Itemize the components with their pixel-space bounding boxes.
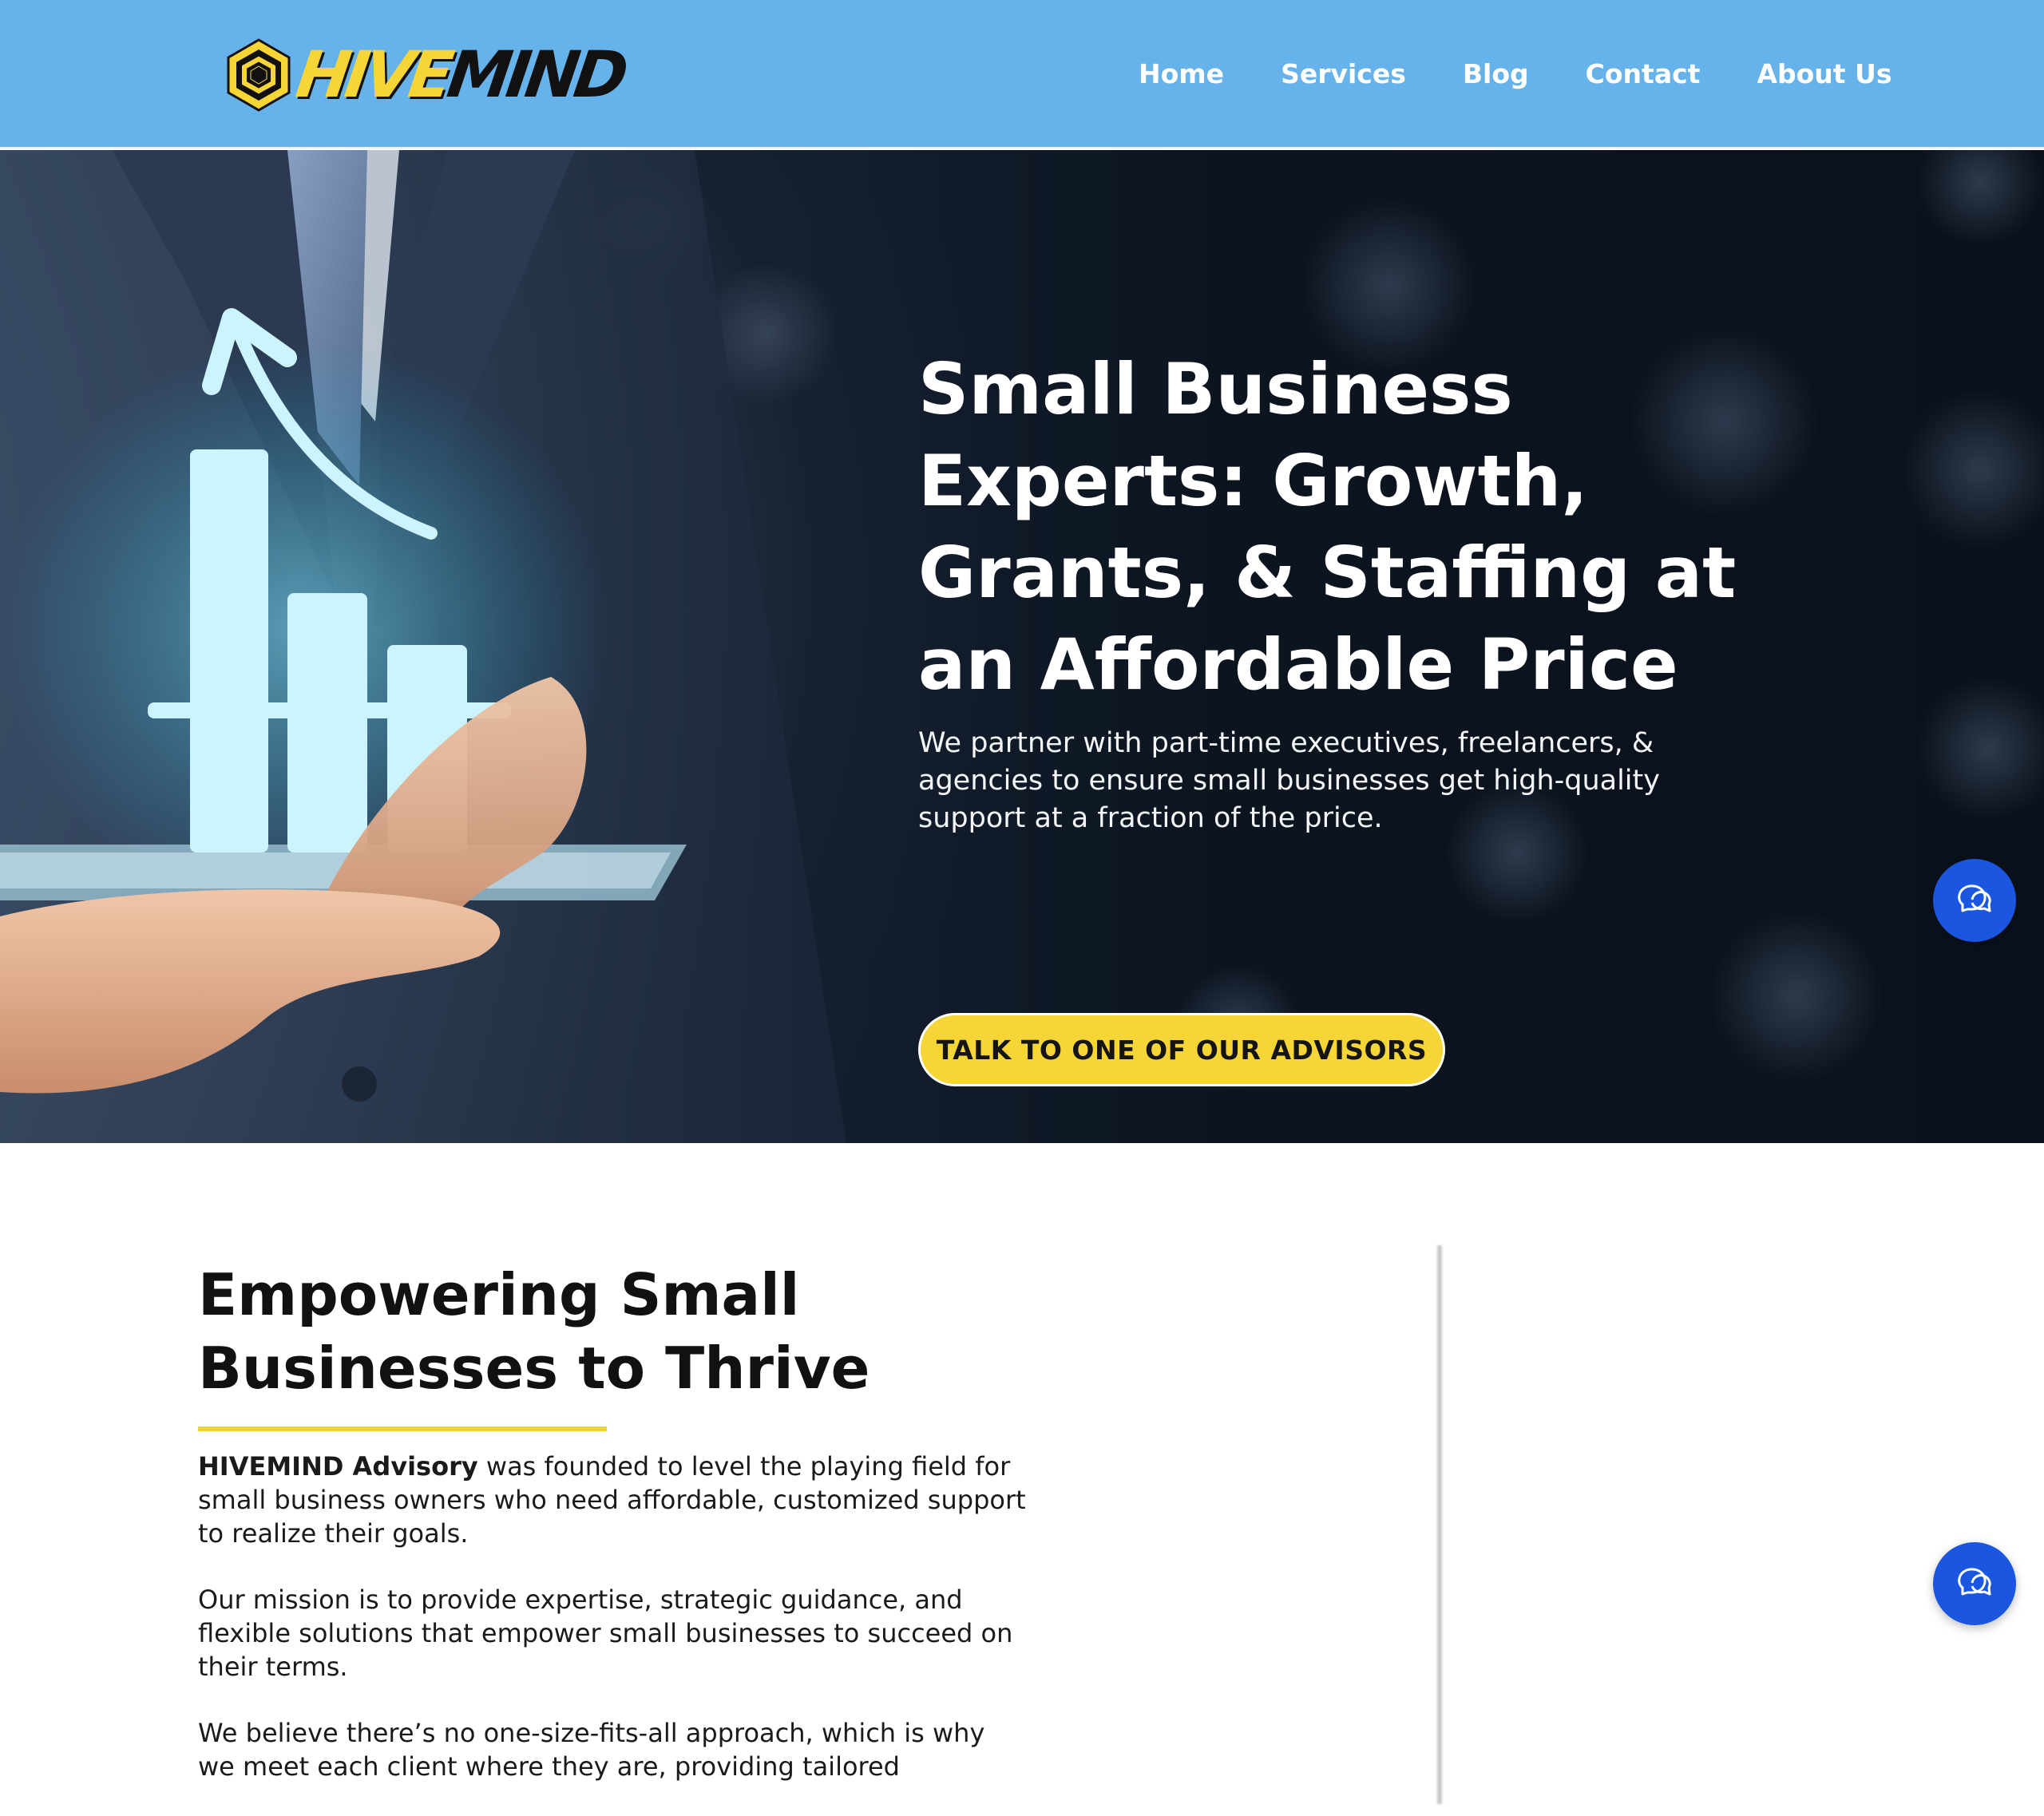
vertical-divider xyxy=(1436,1245,1444,1804)
site-header: HIVEMIND Home Services Blog Contact Abou… xyxy=(0,0,2044,148)
hero-headline: Small Business Experts: Growth, Grants, … xyxy=(918,348,1737,706)
nav-blog[interactable]: Blog xyxy=(1463,49,1529,99)
about-paragraph-1: HIVEMIND Advisory was founded to level t… xyxy=(198,1450,1028,1550)
chat-widget-button[interactable] xyxy=(1933,859,2016,942)
hero-subheadline: We partner with part-time executives, fr… xyxy=(918,727,1660,834)
nav-services[interactable]: Services xyxy=(1281,49,1406,99)
chat-widget-button-secondary[interactable] xyxy=(1933,1542,2016,1625)
about-paragraph-2: Our mission is to provide expertise, str… xyxy=(198,1585,1013,1682)
heading-accent-underline xyxy=(198,1426,607,1431)
company-name-bold: HIVEMIND Advisory xyxy=(198,1451,478,1482)
hero-section: Small Business Experts: Growth, Grants, … xyxy=(0,150,2044,1143)
nav-contact[interactable]: Contact xyxy=(1586,49,1701,99)
chat-bubble-icon xyxy=(1958,884,1991,912)
hivemind-logo[interactable]: HIVEMIND xyxy=(225,37,628,113)
nav-about-us[interactable]: About Us xyxy=(1757,49,1891,99)
about-paragraph-3: We believe there’s no one-size-fits-all … xyxy=(198,1718,985,1782)
chat-bubble-icon xyxy=(1958,1568,1991,1596)
logo-word-mind: MIND xyxy=(442,38,628,112)
hexagon-logo-icon xyxy=(227,38,291,112)
about-heading: Empowering Small Businesses to Thrive xyxy=(198,1261,870,1402)
main-nav: Home Services Blog Contact About Us xyxy=(1139,49,1891,99)
nav-home[interactable]: Home xyxy=(1139,49,1224,99)
talk-to-advisor-button[interactable]: TALK TO ONE OF OUR ADVISORS xyxy=(918,1013,1445,1086)
about-body: HIVEMIND Advisory was founded to level t… xyxy=(198,1450,1028,1816)
logo-word-hive: HIVE xyxy=(291,38,454,112)
logo-wordmark: HIVEMIND xyxy=(292,38,628,112)
